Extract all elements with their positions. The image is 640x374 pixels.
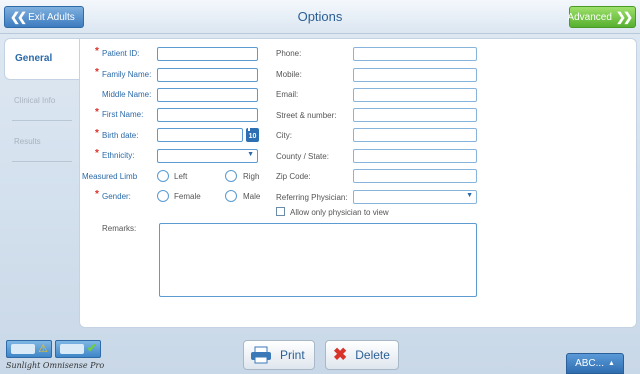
probe-icon (11, 344, 35, 354)
gender-male-label: Male (243, 192, 261, 201)
street-input[interactable] (353, 108, 477, 122)
email-input[interactable] (353, 88, 477, 102)
top-bar: ❮❮ Exit Adults Options Advanced ❯❯ (0, 0, 640, 34)
tab-divider (12, 120, 72, 121)
mobile-input[interactable] (353, 68, 477, 82)
referring-physician-select[interactable]: ▼ (353, 190, 477, 204)
phone-input[interactable] (353, 47, 477, 61)
county-state-label: County / State: (276, 152, 329, 161)
remarks-label: Remarks: (102, 224, 137, 233)
required-marker: * (95, 46, 99, 57)
print-button[interactable]: Print (243, 340, 315, 370)
tab-results[interactable]: Results (14, 137, 41, 146)
ethnicity-select[interactable]: ▼ (157, 149, 258, 163)
keyboard-abc-button[interactable]: ABC... ▲ (566, 353, 624, 374)
gender-male-radio[interactable] (225, 190, 237, 202)
street-label: Street & number: (276, 111, 337, 120)
general-form-panel: * Patient ID: * Family Name: Middle Name… (79, 38, 637, 328)
limb-left-radio[interactable] (157, 170, 169, 182)
chevron-right-icon: ❯❯ (615, 10, 633, 24)
birth-date-label: Birth date: (102, 131, 139, 140)
required-marker: * (95, 148, 99, 159)
caret-up-icon: ▲ (607, 360, 615, 367)
mobile-label: Mobile: (276, 70, 302, 79)
page-title: Options (297, 9, 343, 24)
tab-clinical-info[interactable]: Clinical Info (14, 96, 55, 105)
middle-name-input[interactable] (157, 88, 258, 102)
email-label: Email: (276, 90, 299, 99)
required-marker: * (95, 107, 99, 118)
city-label: City: (276, 131, 292, 140)
allow-only-physician-label: Allow only physician to view (290, 208, 389, 217)
limb-right-radio[interactable] (225, 170, 237, 182)
probe-icon (60, 344, 84, 354)
limb-left-label: Left (174, 172, 188, 181)
family-name-label: Family Name: (102, 70, 152, 79)
middle-name-label: Middle Name: (102, 90, 152, 99)
phone-label: Phone: (276, 49, 302, 58)
gender-label: Gender: (102, 192, 131, 201)
required-marker: * (95, 67, 99, 78)
delete-button[interactable]: ✖ Delete (325, 340, 399, 370)
referring-physician-label: Referring Physician: (276, 193, 348, 202)
print-label: Print (280, 348, 305, 362)
birth-date-input[interactable] (157, 128, 243, 142)
advanced-label: Advanced (567, 11, 612, 23)
limb-right-label: Righ (243, 172, 260, 181)
zip-code-input[interactable] (353, 169, 477, 183)
family-name-input[interactable] (157, 68, 258, 82)
required-marker: * (95, 189, 99, 200)
warning-icon: ⚠ (38, 343, 48, 355)
abc-label: ABC... (575, 358, 604, 369)
delete-x-icon: ✖ (333, 345, 348, 364)
check-icon: ✔ (86, 341, 97, 355)
first-name-label: First Name: (102, 110, 144, 119)
calendar-icon[interactable]: 10 (246, 128, 261, 142)
measured-limb-label: Measured Limb (82, 172, 138, 181)
patient-id-label: Patient ID: (102, 49, 140, 58)
allow-only-physician-checkbox[interactable] (276, 207, 285, 216)
zip-code-label: Zip Code: (276, 172, 311, 181)
ethnicity-label: Ethnicity: (102, 151, 135, 160)
printer-icon (251, 346, 271, 364)
gender-female-label: Female (174, 192, 201, 201)
county-state-input[interactable] (353, 149, 477, 163)
city-input[interactable] (353, 128, 477, 142)
tab-divider (12, 161, 72, 162)
brand-logo: Sunlight Omnisense Pro (6, 361, 105, 370)
dropdown-arrow-icon: ▼ (247, 151, 254, 158)
tab-general[interactable]: General (4, 38, 80, 80)
required-marker: * (95, 128, 99, 139)
first-name-input[interactable] (157, 108, 258, 122)
delete-label: Delete (355, 348, 390, 362)
patient-id-input[interactable] (157, 47, 258, 61)
advanced-button[interactable]: Advanced ❯❯ (567, 6, 636, 28)
remarks-textarea[interactable] (159, 223, 477, 297)
device-status-warning: ⚠ (6, 340, 52, 358)
gender-female-radio[interactable] (157, 190, 169, 202)
device-status-ok: ✔ (55, 340, 101, 358)
dropdown-arrow-icon: ▼ (466, 192, 473, 199)
